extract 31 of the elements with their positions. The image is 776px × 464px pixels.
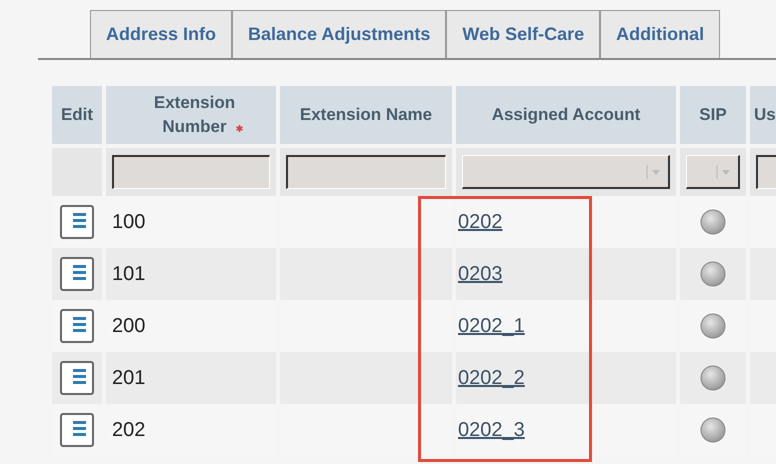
table-cell: 101 bbox=[106, 248, 276, 300]
account-link[interactable]: 0203 bbox=[458, 259, 502, 289]
edit-icon[interactable] bbox=[60, 413, 94, 447]
tab[interactable]: Web Self-Care bbox=[446, 10, 600, 58]
column-header: SIP bbox=[680, 86, 746, 144]
status-dot-icon bbox=[700, 417, 726, 443]
edit-icon[interactable] bbox=[60, 309, 94, 343]
account-link[interactable]: 0202_3 bbox=[458, 415, 525, 445]
column-header: Extension Number bbox=[106, 86, 276, 144]
tab[interactable]: Balance Adjustments bbox=[232, 10, 446, 58]
edit-icon[interactable] bbox=[60, 257, 94, 291]
filter-dropdown[interactable] bbox=[462, 155, 670, 189]
account-link[interactable]: 0202_2 bbox=[458, 363, 525, 393]
column-header: Us bbox=[750, 86, 776, 144]
edit-icon[interactable] bbox=[60, 205, 94, 239]
status-dot-icon bbox=[700, 261, 726, 287]
column-header: Assigned Account bbox=[456, 86, 676, 144]
filter-dropdown[interactable] bbox=[686, 155, 740, 189]
tab[interactable]: Additional bbox=[600, 10, 720, 58]
filter-input-field[interactable] bbox=[112, 155, 270, 189]
account-link[interactable]: 0202 bbox=[458, 207, 502, 237]
tab[interactable]: Address Info bbox=[90, 10, 232, 58]
column-header: Extension Name bbox=[280, 86, 452, 144]
table-cell: 201 bbox=[106, 352, 276, 404]
status-dot-icon bbox=[700, 365, 726, 391]
column-header: Edit bbox=[52, 86, 102, 144]
filter-input-field[interactable] bbox=[286, 155, 446, 189]
status-dot-icon bbox=[700, 313, 726, 339]
account-link[interactable]: 0202_1 bbox=[458, 311, 525, 341]
status-dot-icon bbox=[700, 209, 726, 235]
edit-icon[interactable] bbox=[60, 361, 94, 395]
